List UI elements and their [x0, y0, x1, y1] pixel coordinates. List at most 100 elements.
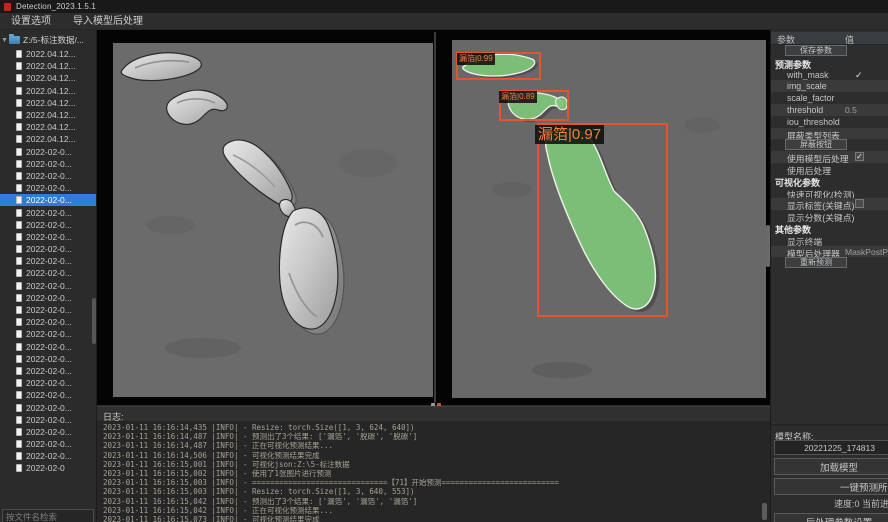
load-model-button[interactable]: 加载模型 — [774, 458, 888, 475]
repredict-button[interactable]: 重新预测 — [785, 257, 847, 268]
file-icon — [16, 294, 22, 302]
file-item[interactable]: 2022-02-0... — [0, 206, 97, 218]
file-item[interactable]: 2022-02-0... — [0, 255, 97, 267]
file-item[interactable]: 2022-02-0... — [0, 158, 97, 170]
file-item[interactable]: 2022-02-0 — [0, 462, 97, 474]
file-item[interactable]: 2022-02-0... — [0, 243, 97, 255]
tree-root[interactable]: ▼ Z:/5-标注数据/... — [0, 33, 96, 47]
mask-toggle-button[interactable]: 屏蔽按钮 — [785, 139, 847, 150]
panel-divider — [771, 424, 888, 426]
param-label: scale_factor — [787, 93, 834, 103]
detection-box — [537, 123, 668, 317]
file-item-label: 2022-02-0... — [26, 281, 72, 291]
postprocess-settings-button[interactable]: 后处理参数设置 — [774, 513, 888, 522]
log-output[interactable]: 2023-01-11 16:16:14,435 |INFO| - Resize:… — [97, 421, 770, 522]
predict-all-button[interactable]: 一键预测所有 — [774, 478, 888, 495]
file-item[interactable]: 2022-02-0... — [0, 328, 97, 340]
file-item[interactable]: 2022-02-0... — [0, 170, 97, 182]
file-icon — [16, 343, 22, 351]
file-item[interactable]: 2022-02-0... — [0, 401, 97, 413]
app-icon — [4, 3, 11, 11]
file-icon — [16, 160, 22, 168]
file-item[interactable]: 2022.04.12... — [0, 109, 97, 121]
menu-item-settings[interactable]: 设置选项 — [0, 13, 62, 30]
log-line: 2023-01-11 16:16:15,042 |INFO| - 正在可视化预测… — [103, 506, 770, 515]
file-item[interactable]: 2022-02-0... — [0, 292, 97, 304]
file-icon — [16, 355, 22, 363]
speed-progress-text: 速度:0 当前进度 — [774, 498, 888, 511]
file-item-label: 2022-02-0... — [26, 268, 72, 278]
param-row: iou_threshold — [771, 116, 888, 128]
file-item-label: 2022-02-0... — [26, 439, 72, 449]
file-item[interactable]: 2022-02-0... — [0, 219, 97, 231]
file-item[interactable]: 2022-02-0... — [0, 182, 97, 194]
file-item[interactable]: 2022.04.12... — [0, 121, 97, 133]
param-rows: 保存参数预测参数with_mask✓img_scalescale_factort… — [771, 45, 888, 269]
file-item-label: 2022-02-0... — [26, 317, 72, 327]
file-item-label: 2022-02-0... — [26, 220, 72, 230]
check-mark: ✓ — [855, 70, 863, 81]
file-item-label: 2022-02-0... — [26, 403, 72, 413]
sidebar-scrollbar[interactable] — [92, 298, 96, 344]
file-icon — [16, 464, 22, 472]
file-item[interactable]: 2022-02-0... — [0, 267, 97, 279]
chevron-down-icon[interactable]: ▼ — [0, 37, 9, 44]
file-item[interactable]: 2022-02-0... — [0, 438, 97, 450]
file-item[interactable]: 2022-02-0... — [0, 377, 97, 389]
param-label: with_mask — [787, 70, 829, 80]
checkbox[interactable]: ✓ — [855, 152, 864, 161]
file-item[interactable]: 2022.04.12... — [0, 97, 97, 109]
param-row: 模型后处理器MaskPostPro — [771, 246, 888, 258]
file-item-label: 2022-02-0... — [26, 305, 72, 315]
file-item[interactable]: 2022.04.12... — [0, 48, 97, 60]
result-image-panel[interactable]: 漏箔|0.99 漏箔|0.89 漏箔|0.97 — [452, 40, 766, 398]
file-icon — [16, 318, 22, 326]
file-item-label: 2022-02-0... — [26, 378, 72, 388]
file-item-label: 2022-02-0... — [26, 415, 72, 425]
file-item-label: 2022-02-0... — [26, 366, 72, 376]
file-icon — [16, 416, 22, 424]
save-params-button[interactable]: 保存参数 — [785, 45, 847, 56]
file-item-label: 2022.04.12... — [26, 86, 76, 96]
file-icon — [16, 196, 22, 204]
detection-app-window: Detection_2023.1.5.1 设置选项 导入模型后处理 ▼ Z:/5… — [0, 0, 888, 522]
log-line: 2023-01-11 16:16:14,435 |INFO| - Resize:… — [103, 423, 770, 432]
file-item[interactable]: 2022-02-0... — [0, 280, 97, 292]
param-row: img_scale — [771, 80, 888, 92]
file-item-label: 2022-02-0... — [26, 195, 72, 205]
param-label: img_scale — [787, 81, 827, 91]
file-item[interactable]: 2022-02-0... — [0, 450, 97, 462]
file-item[interactable]: 2022-02-0... — [0, 389, 97, 401]
log-scrollbar[interactable] — [762, 503, 767, 520]
file-item[interactable]: 2022-02-0... — [0, 414, 97, 426]
file-item[interactable]: 2022-02-0... — [0, 304, 97, 316]
param-button-row: 重新预测 — [771, 257, 888, 269]
file-item[interactable]: 2022-02-0... — [0, 341, 97, 353]
file-icon — [16, 87, 22, 95]
file-item[interactable]: 2022-02-0... — [0, 353, 97, 365]
param-row: threshold0.5 — [771, 104, 888, 116]
file-item[interactable]: 2022-02-0... — [0, 146, 97, 158]
menu-item-import-model-postprocess[interactable]: 导入模型后处理 — [62, 13, 154, 30]
param-row: 其他参数 — [771, 222, 888, 234]
param-row: scale_factor — [771, 92, 888, 104]
file-item[interactable]: 2022-02-0... — [0, 231, 97, 243]
file-item[interactable]: 2022-02-0... — [0, 194, 97, 206]
file-icon — [16, 379, 22, 387]
file-item[interactable]: 2022.04.12... — [0, 60, 97, 72]
param-row: 使用模型后处理✓ — [771, 151, 888, 163]
file-item[interactable]: 2022-02-0... — [0, 365, 97, 377]
file-icon — [16, 99, 22, 107]
file-item[interactable]: 2022.04.12... — [0, 133, 97, 145]
checkbox[interactable] — [855, 199, 864, 208]
filename-search-input[interactable] — [2, 509, 94, 522]
file-item[interactable]: 2022.04.12... — [0, 85, 97, 97]
file-item[interactable]: 2022-02-0... — [0, 316, 97, 328]
param-value: 0.5 — [845, 105, 857, 115]
source-image-panel[interactable] — [113, 43, 433, 397]
title-bar: Detection_2023.1.5.1 — [0, 0, 888, 13]
log-line: 2023-01-11 16:16:15,042 |INFO| - 预测出了3个结… — [103, 497, 770, 506]
model-name-field[interactable] — [774, 440, 888, 455]
file-item[interactable]: 2022-02-0... — [0, 426, 97, 438]
file-item[interactable]: 2022.04.12... — [0, 72, 97, 84]
